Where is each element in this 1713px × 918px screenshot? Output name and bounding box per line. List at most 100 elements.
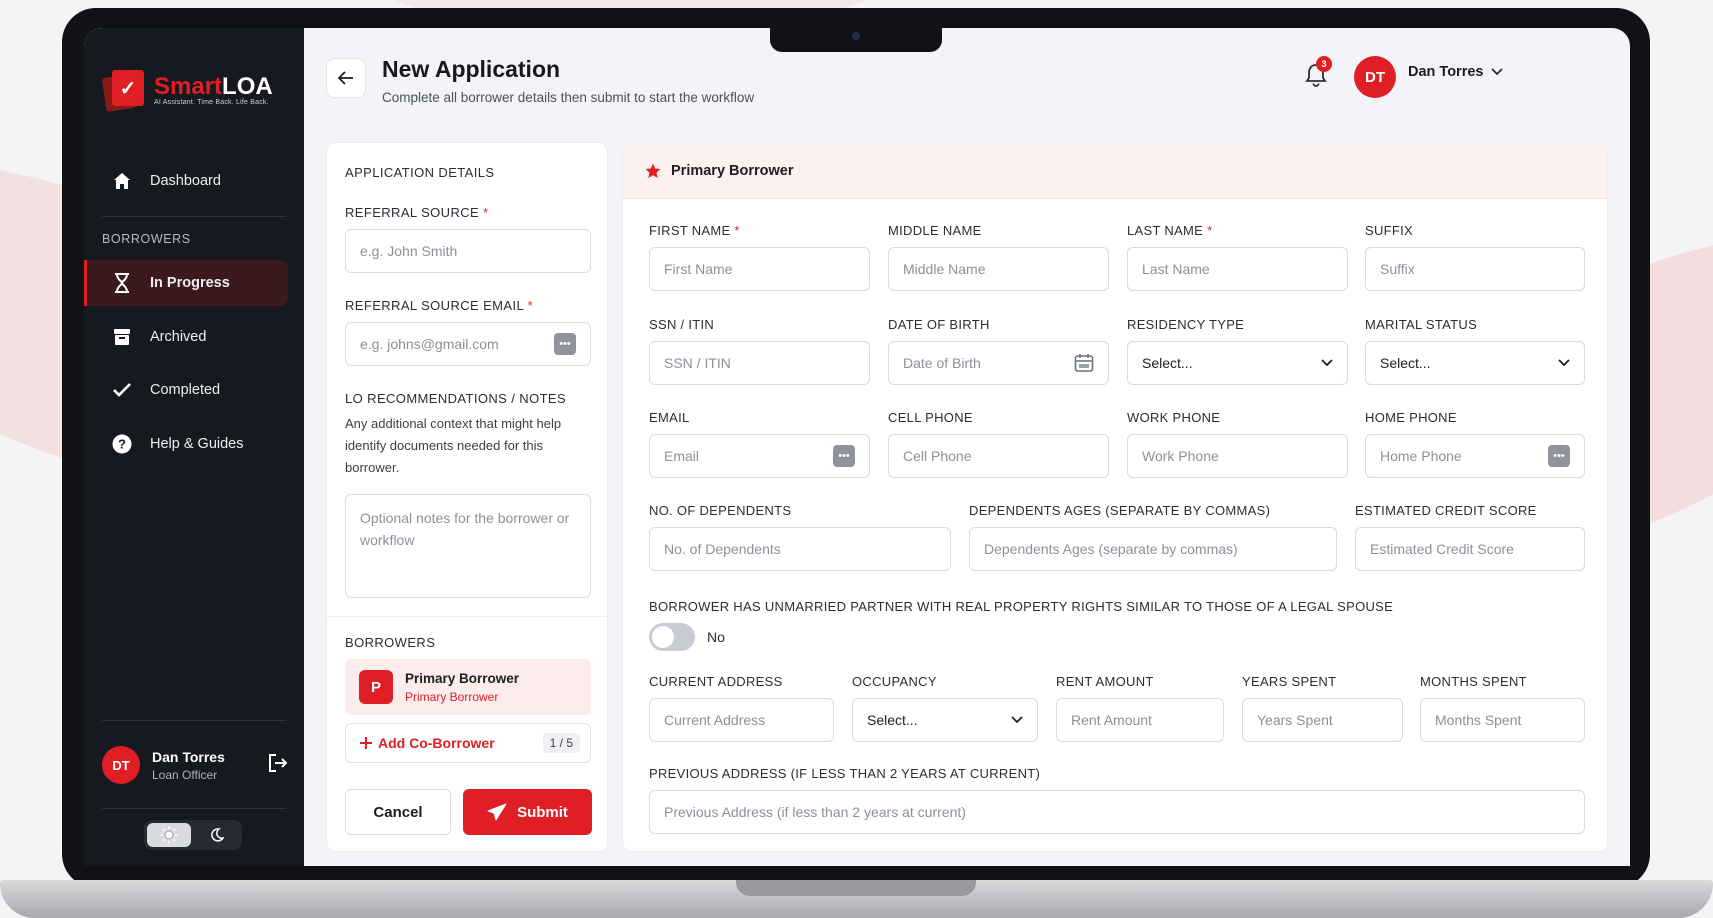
marital-label: MARITAL STATUS xyxy=(1365,317,1478,332)
user-menu[interactable]: Dan Torres xyxy=(1408,64,1504,80)
moon-icon[interactable] xyxy=(195,823,239,847)
dependents-ages-input[interactable]: Dependents Ages (separate by commas) xyxy=(969,527,1337,571)
current-address-input[interactable]: Current Address xyxy=(649,698,834,742)
page-subtitle: Complete all borrower details then submi… xyxy=(382,90,755,105)
back-button[interactable] xyxy=(326,58,366,98)
help-icon: ? xyxy=(112,434,132,454)
last-name-input[interactable]: Last Name xyxy=(1127,247,1348,291)
brand-name-red: Smart xyxy=(154,72,223,100)
send-icon xyxy=(487,803,507,821)
dependents-label: NO. OF DEPENDENTS xyxy=(649,503,792,518)
sidebar-section-title: BORROWERS xyxy=(102,232,191,246)
suffix-label: SUFFIX xyxy=(1365,223,1414,238)
ssn-input[interactable]: SSN / ITIN xyxy=(649,341,870,385)
home-icon xyxy=(112,171,132,191)
divider xyxy=(102,808,286,809)
work-phone-input[interactable]: Work Phone xyxy=(1127,434,1348,478)
add-co-borrower-button[interactable]: Add Co-Borrower 1 / 5 xyxy=(345,723,591,763)
back-arrow-icon xyxy=(338,71,353,85)
dependents-input[interactable]: No. of Dependents xyxy=(649,527,951,571)
borrower-item-primary[interactable]: P Primary Borrower Primary Borrower xyxy=(345,659,591,715)
form-title: Primary Borrower xyxy=(671,162,794,179)
partner-toggle-value: No xyxy=(707,629,725,645)
chevron-down-icon xyxy=(1011,716,1023,724)
more-icon[interactable]: ••• xyxy=(554,333,576,355)
borrower-role: Primary Borrower xyxy=(405,689,499,704)
sidebar-item-label: Completed xyxy=(150,382,221,398)
years-spent-input[interactable]: Years Spent xyxy=(1242,698,1403,742)
borrowers-label: BORROWERS xyxy=(345,635,436,650)
borrower-name: Primary Borrower xyxy=(405,670,520,686)
previous-address-input[interactable]: Previous Address (if less than 2 years a… xyxy=(649,790,1585,834)
sun-icon[interactable] xyxy=(147,823,191,847)
avatar[interactable]: DT xyxy=(1354,56,1396,98)
sidebar-item-dashboard[interactable]: Dashboard xyxy=(84,158,288,204)
dob-input[interactable]: Date of Birth xyxy=(888,341,1109,385)
app-screen: ✓ SmartLOA AI Assistant. Time Back. Life… xyxy=(84,28,1630,866)
dob-label: DATE OF BIRTH xyxy=(888,317,990,332)
credit-score-input[interactable]: Estimated Credit Score xyxy=(1355,527,1585,571)
marital-select[interactable]: Select... xyxy=(1365,341,1585,385)
referral-source-input[interactable]: e.g. John Smith xyxy=(345,229,591,273)
submit-button[interactable]: Submit xyxy=(463,789,592,835)
avatar: DT xyxy=(102,746,140,784)
hourglass-icon xyxy=(112,273,132,293)
user-role: Loan Officer xyxy=(152,767,218,782)
occupancy-label: OCCUPANCY xyxy=(852,674,937,689)
first-name-input[interactable]: First Name xyxy=(649,247,870,291)
cell-phone-input[interactable]: Cell Phone xyxy=(888,434,1109,478)
sidebar-item-help[interactable]: ? Help & Guides xyxy=(84,421,288,467)
notes-textarea[interactable]: Optional notes for the borrower or workf… xyxy=(345,494,591,598)
theme-toggle[interactable] xyxy=(144,820,242,850)
divider xyxy=(327,616,607,617)
sidebar-item-archived[interactable]: Archived xyxy=(84,314,288,360)
sidebar-user[interactable]: DT Dan Torres Loan Officer xyxy=(102,746,288,784)
email-input[interactable]: Email ••• xyxy=(649,434,870,478)
calendar-icon[interactable] xyxy=(1074,353,1094,373)
form-header: Primary Borrower xyxy=(623,143,1607,199)
chevron-down-icon xyxy=(1558,359,1570,367)
chevron-down-icon xyxy=(1321,359,1333,367)
more-icon[interactable]: ••• xyxy=(1548,445,1570,467)
referral-source-label: REFERRAL SOURCE * xyxy=(345,205,489,220)
sidebar-item-in-progress[interactable]: In Progress xyxy=(84,260,288,306)
check-icon xyxy=(112,380,132,400)
svg-text:?: ? xyxy=(118,437,126,452)
residency-select[interactable]: Select... xyxy=(1127,341,1348,385)
last-name-label: LAST NAME * xyxy=(1127,223,1213,238)
occupancy-select[interactable]: Select... xyxy=(852,698,1038,742)
email-label: EMAIL xyxy=(649,410,690,425)
logo-mark-icon: ✓ xyxy=(101,70,146,112)
application-details-card: APPLICATION DETAILS REFERRAL SOURCE * e.… xyxy=(326,142,608,852)
middle-name-label: MIDDLE NAME xyxy=(888,223,982,238)
chevron-down-icon xyxy=(1491,68,1504,76)
cell-phone-label: CELL PHONE xyxy=(888,410,973,425)
brand-logo[interactable]: ✓ SmartLOA AI Assistant. Time Back. Life… xyxy=(101,70,273,112)
cancel-button[interactable]: Cancel xyxy=(345,789,451,835)
suffix-input[interactable]: Suffix xyxy=(1365,247,1585,291)
home-phone-label: HOME PHONE xyxy=(1365,410,1457,425)
more-icon[interactable]: ••• xyxy=(833,445,855,467)
logout-icon[interactable] xyxy=(268,753,288,777)
work-phone-label: WORK PHONE xyxy=(1127,410,1221,425)
partner-toggle[interactable] xyxy=(649,623,695,651)
home-phone-input[interactable]: Home Phone ••• xyxy=(1365,434,1585,478)
sidebar: ✓ SmartLOA AI Assistant. Time Back. Life… xyxy=(84,28,304,866)
months-spent-input[interactable]: Months Spent xyxy=(1420,698,1585,742)
rent-amount-input[interactable]: Rent Amount xyxy=(1056,698,1224,742)
archive-icon xyxy=(112,327,132,347)
brand-name-white: LOA xyxy=(222,72,273,100)
sidebar-item-completed[interactable]: Completed xyxy=(84,367,288,413)
referral-email-input[interactable]: e.g. johns@gmail.com ••• xyxy=(345,322,591,366)
current-address-label: CURRENT ADDRESS xyxy=(649,674,783,689)
header-user-name: Dan Torres xyxy=(1408,64,1484,80)
middle-name-input[interactable]: Middle Name xyxy=(888,247,1109,291)
divider xyxy=(102,216,286,217)
notes-label: LO RECOMMENDATIONS / NOTES xyxy=(345,391,567,406)
section-title: APPLICATION DETAILS xyxy=(345,165,495,180)
previous-address-label: PREVIOUS ADDRESS (IF LESS THAN 2 YEARS A… xyxy=(649,766,1041,781)
rent-amount-label: RENT AMOUNT xyxy=(1056,674,1154,689)
camera-icon xyxy=(852,32,860,40)
dependents-ages-label: DEPENDENTS AGES (SEPARATE BY COMMAS) xyxy=(969,503,1271,518)
first-name-label: FIRST NAME * xyxy=(649,223,740,238)
